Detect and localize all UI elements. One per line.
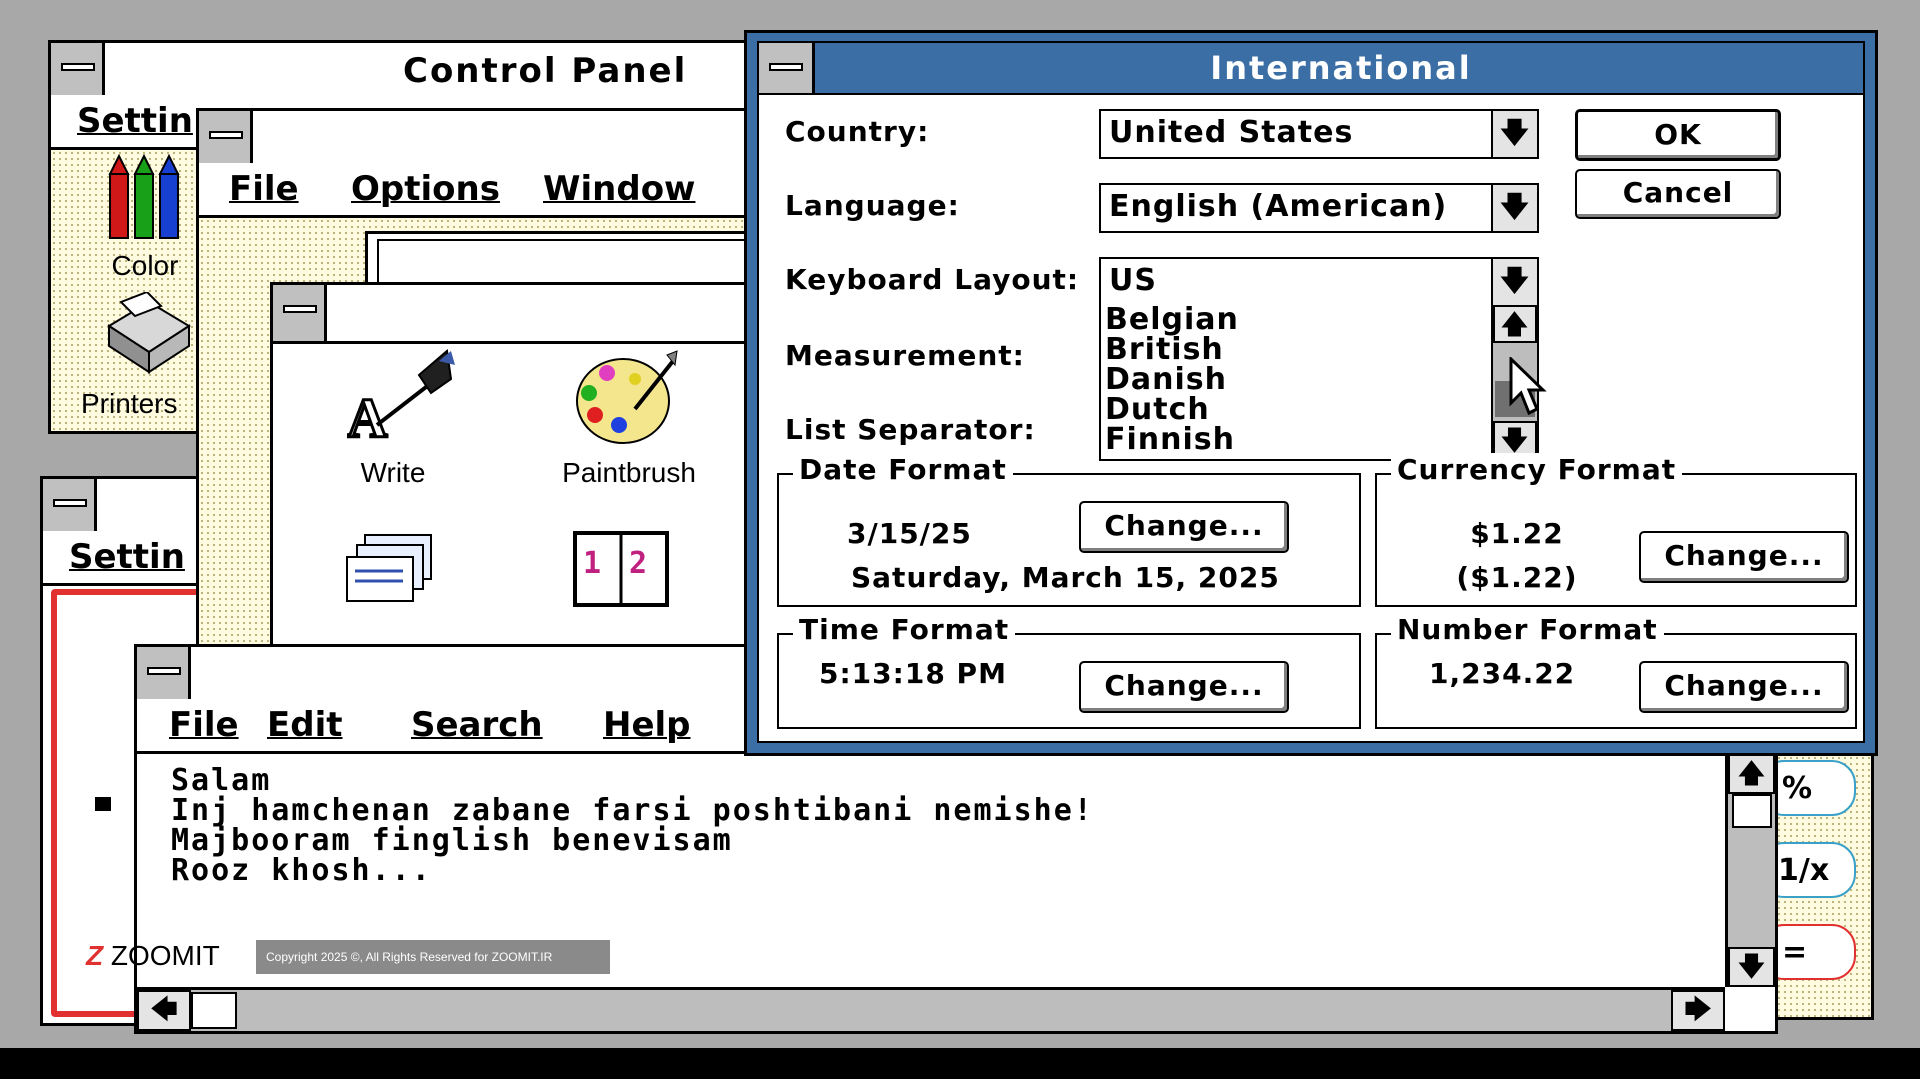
menu-file[interactable]: File (169, 705, 239, 745)
menu-search[interactable]: Search (411, 705, 543, 745)
copyright-banner: Copyright 2025 ©, All Rights Reserved fo… (256, 940, 610, 974)
time-change-button[interactable]: Change... (1079, 661, 1289, 713)
menu-file[interactable]: File (229, 169, 299, 209)
currency-format-group: Currency Format $1.22 ($1.22) Change... (1375, 453, 1857, 607)
write-icon[interactable]: A (347, 347, 457, 447)
number-value: 1,234.22 (1429, 657, 1576, 690)
color-icon[interactable] (105, 154, 185, 244)
svg-text:A: A (347, 388, 388, 447)
horizontal-scrollbar[interactable]: 🡄 🡆 (137, 987, 1725, 1031)
dropdown-arrow-icon[interactable]: 🡇 (1491, 185, 1537, 231)
list-item[interactable]: Danish (1101, 365, 1537, 395)
number-format-title: Number Format (1391, 613, 1664, 646)
scroll-right-icon[interactable]: 🡆 (1671, 990, 1725, 1031)
measurement-label: Measurement: (785, 339, 1025, 372)
date-short-value: 3/15/25 (847, 517, 972, 550)
language-value: English (American) (1109, 189, 1448, 224)
icon-label-color: Color (111, 250, 179, 281)
dropdown-arrow-icon[interactable]: 🡇 (1491, 259, 1537, 305)
system-menu-icon[interactable] (759, 43, 815, 93)
keyboard-layout-list[interactable]: Belgian British Danish Dutch Finnish 🡅 🡇 (1099, 305, 1539, 461)
currency-positive-value: $1.22 (1470, 517, 1564, 550)
calendar-icon[interactable]: 1 2 (573, 531, 669, 607)
zoomit-z-icon: Z (86, 940, 104, 971)
icon-label-write: Write (360, 457, 426, 488)
system-menu-icon[interactable] (273, 285, 327, 341)
date-change-button[interactable]: Change... (1079, 501, 1289, 553)
list-item[interactable]: Belgian (1101, 305, 1537, 335)
window-title: Control Panel (403, 51, 688, 91)
vertical-scrollbar[interactable]: 🡅 🡇 (1725, 754, 1775, 987)
dialog-titlebar[interactable]: International (759, 43, 1863, 95)
accessories-group-window: A Write Paintbrush 1 2 (270, 282, 770, 662)
list-item[interactable]: Dutch (1101, 395, 1537, 425)
time-format-group: Time Format 5:13:18 PM Change... (777, 613, 1361, 729)
text-line: Salam (171, 763, 272, 798)
international-dialog: International Country: United States 🡇 L… (744, 30, 1878, 756)
country-value: United States (1109, 115, 1354, 150)
scroll-up-icon[interactable]: 🡅 (1728, 754, 1775, 794)
menu-settings[interactable]: Settin (69, 537, 185, 577)
cardfile-icon[interactable] (343, 531, 443, 611)
currency-negative-value: ($1.22) (1456, 561, 1578, 594)
scroll-thumb[interactable] (1732, 794, 1772, 828)
dropdown-arrow-icon[interactable]: 🡇 (1491, 111, 1537, 157)
keyboard-layout-value: US (1109, 263, 1157, 298)
menu-edit[interactable]: Edit (267, 705, 342, 745)
system-menu-icon[interactable] (43, 479, 97, 531)
printers-icon[interactable] (99, 292, 195, 376)
list-item[interactable]: Finnish (1101, 425, 1537, 455)
menu-window[interactable]: Window (543, 169, 695, 209)
text-line: Rooz khosh... (171, 853, 432, 888)
time-format-title: Time Format (793, 613, 1016, 646)
screen-bottom-bar (0, 1048, 1920, 1079)
list-separator-label: List Separator: (785, 413, 1036, 446)
scroll-left-icon[interactable]: 🡄 (137, 990, 191, 1031)
icon-label-paintbrush: Paintbrush (562, 457, 696, 488)
system-menu-icon[interactable] (137, 647, 191, 699)
menu-options[interactable]: Options (351, 169, 500, 209)
country-label: Country: (785, 115, 930, 148)
clock-marker (95, 797, 111, 811)
control-panel-titlebar[interactable]: Control Panel (51, 43, 765, 98)
program-manager-menubar: File Options Window (199, 163, 773, 218)
menu-help[interactable]: Help (603, 705, 691, 745)
text-line: Majbooram finglish benevisam (171, 823, 733, 858)
dialog-title: International (1210, 49, 1472, 87)
country-dropdown[interactable]: United States 🡇 (1099, 109, 1539, 159)
zoomit-logo: Z ZOOMIT (86, 940, 254, 974)
icon-label-printers: Printers (81, 388, 178, 419)
hscroll-thumb[interactable] (191, 992, 237, 1029)
paintbrush-icon[interactable] (573, 347, 683, 449)
dialog-inner: International Country: United States 🡇 L… (757, 41, 1865, 743)
menu-settings[interactable]: Settin (77, 101, 193, 141)
date-format-title: Date Format (793, 453, 1013, 486)
svg-text:2: 2 (629, 546, 647, 581)
system-menu-icon[interactable] (199, 111, 253, 163)
number-change-button[interactable]: Change... (1639, 661, 1849, 713)
language-label: Language: (785, 189, 960, 222)
language-dropdown[interactable]: English (American) 🡇 (1099, 183, 1539, 233)
svg-text:1: 1 (583, 546, 601, 581)
time-value: 5:13:18 PM (819, 657, 1007, 690)
system-menu-icon[interactable] (51, 43, 105, 95)
date-long-value: Saturday, March 15, 2025 (851, 561, 1280, 594)
scroll-up-icon[interactable]: 🡅 (1493, 305, 1537, 343)
number-format-group: Number Format 1,234.22 Change... (1375, 613, 1857, 729)
cancel-button[interactable]: Cancel (1575, 169, 1781, 219)
program-manager-titlebar[interactable] (199, 111, 773, 166)
mouse-pointer-icon (1509, 357, 1547, 416)
accessories-titlebar[interactable] (273, 285, 767, 344)
currency-format-title: Currency Format (1391, 453, 1683, 486)
currency-change-button[interactable]: Change... (1639, 531, 1849, 583)
date-format-group: Date Format 3/15/25 Saturday, March 15, … (777, 453, 1361, 607)
zoomit-brand: ZOOMIT (110, 940, 220, 971)
scroll-down-icon[interactable]: 🡇 (1728, 947, 1775, 987)
list-item[interactable]: British (1101, 335, 1537, 365)
ok-button[interactable]: OK (1575, 109, 1781, 161)
keyboard-layout-dropdown[interactable]: US 🡇 (1099, 257, 1539, 307)
text-line: Inj hamchenan zabane farsi poshtibani ne… (171, 793, 1094, 828)
keyboard-layout-label: Keyboard Layout: (785, 263, 1080, 296)
